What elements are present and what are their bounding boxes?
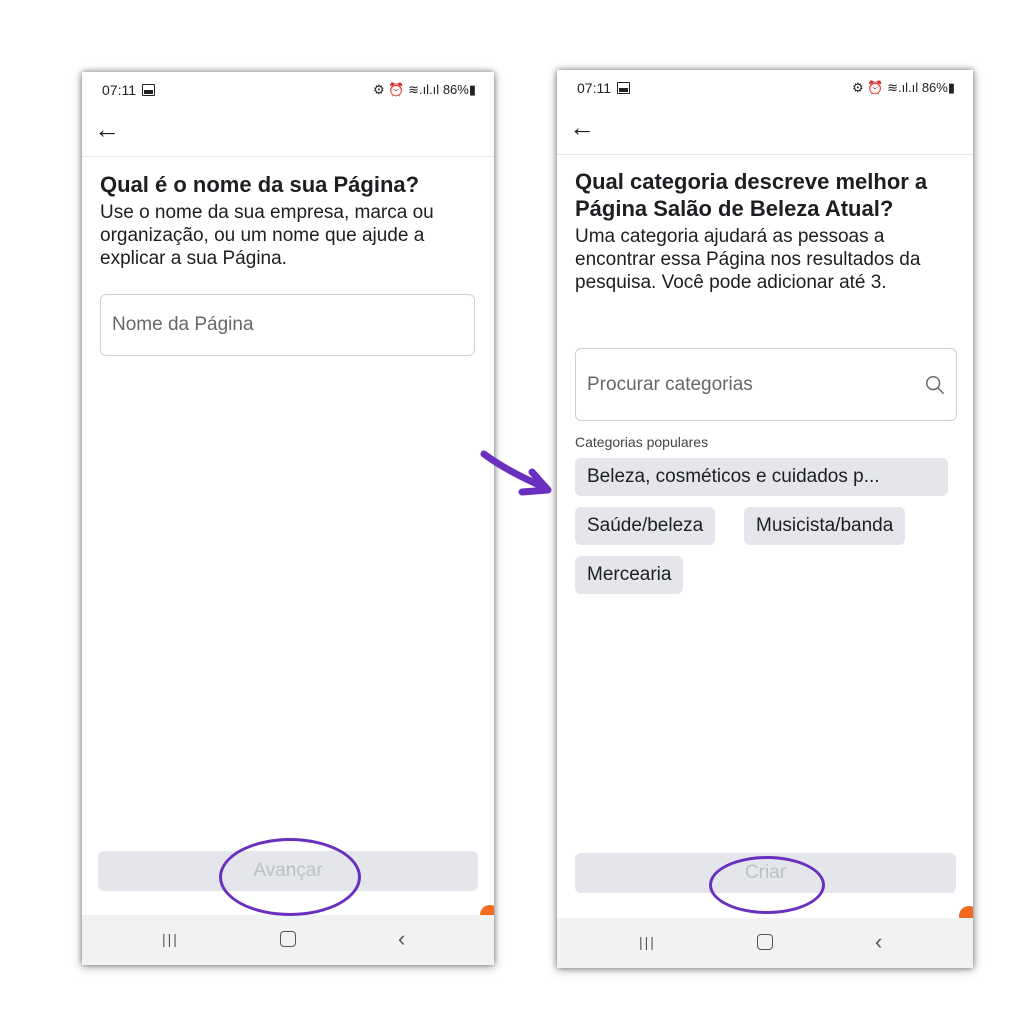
- popular-categories-label: Categorias populares: [575, 434, 709, 450]
- nav-back-icon[interactable]: ‹: [875, 929, 882, 955]
- page-name-content: Qual é o nome da sua Página? Use o nome …: [100, 171, 476, 270]
- android-nav-bar: ||| ‹: [557, 918, 973, 968]
- home-icon[interactable]: [757, 934, 773, 950]
- phone-screen-right: 07:11 ⚙ ⏰ ≋.ıl.ıl 86%▮ ← Qual categoria …: [557, 70, 973, 968]
- category-search-input[interactable]: Procurar categorias: [575, 348, 957, 421]
- battery-level: 86%: [921, 80, 948, 95]
- gallery-notification-icon: [142, 84, 155, 96]
- android-nav-bar: ||| ‹: [82, 915, 494, 965]
- category-content: Qual categoria descreve melhor a Página …: [575, 168, 955, 294]
- status-bar: 07:11 ⚙ ⏰ ≋.ıl.ıl 86%▮: [82, 72, 494, 108]
- nav-back-icon[interactable]: ‹: [398, 926, 405, 952]
- status-icons: ⚙ ⏰ ≋.ıl.ıl 86%▮: [852, 80, 955, 95]
- back-arrow-icon[interactable]: ←: [569, 114, 595, 140]
- page-title: Qual categoria descreve melhor a Página …: [575, 169, 928, 221]
- page-name-input[interactable]: Nome da Página: [100, 294, 475, 356]
- phone-screen-left: 07:11 ⚙ ⏰ ≋.ıl.ıl 86%▮ ← Qual é o nome d…: [82, 72, 494, 965]
- status-bar: 07:11 ⚙ ⏰ ≋.ıl.ıl 86%▮: [557, 70, 973, 106]
- next-button[interactable]: Avançar: [98, 851, 478, 891]
- recent-apps-icon[interactable]: |||: [639, 934, 656, 950]
- top-bar: ←: [557, 106, 973, 155]
- battery-level: 86%: [442, 82, 469, 97]
- page-title: Qual é o nome da sua Página?: [100, 172, 420, 197]
- back-arrow-icon[interactable]: ←: [94, 116, 120, 142]
- search-icon[interactable]: [924, 374, 946, 396]
- gallery-notification-icon: [617, 82, 630, 94]
- status-icons: ⚙ ⏰ ≋.ıl.ıl 86%▮: [373, 82, 476, 97]
- category-chip[interactable]: Saúde/beleza: [575, 507, 716, 545]
- category-chip[interactable]: Mercearia: [575, 556, 684, 594]
- page-description: Use o nome da sua empresa, marca ou orga…: [100, 202, 434, 269]
- recent-apps-icon[interactable]: |||: [162, 931, 179, 947]
- page-description: Uma categoria ajudará as pessoas a encon…: [575, 226, 921, 293]
- category-search-placeholder: Procurar categorias: [587, 373, 753, 395]
- status-time: 07:11: [577, 80, 630, 96]
- category-chip[interactable]: Beleza, cosméticos e cuidados p...: [575, 458, 948, 496]
- status-time: 07:11: [102, 82, 155, 98]
- create-button[interactable]: Criar: [575, 853, 956, 893]
- arrow-icon: [480, 450, 552, 496]
- page-name-placeholder: Nome da Página: [112, 314, 254, 335]
- top-bar: ←: [82, 108, 494, 157]
- category-chip[interactable]: Musicista/banda: [744, 507, 906, 545]
- home-icon[interactable]: [280, 931, 296, 947]
